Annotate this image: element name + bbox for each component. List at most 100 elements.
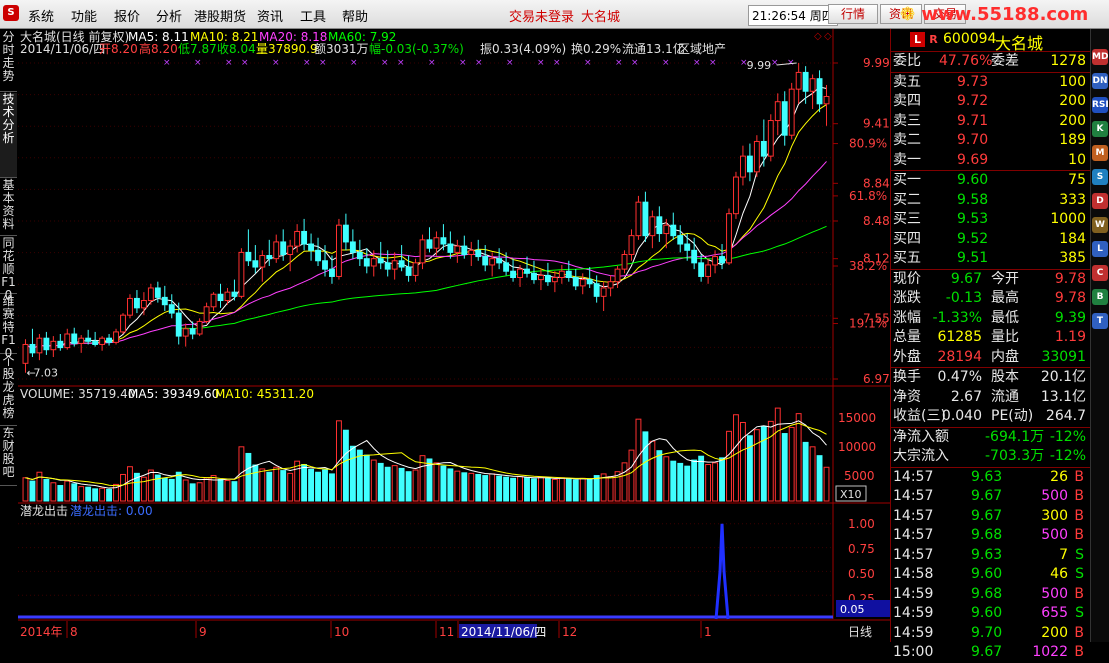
stat-value: -0.13 bbox=[945, 290, 982, 306]
weicha-value: 1278 bbox=[1050, 53, 1086, 69]
stat-label: 外盘 bbox=[893, 348, 921, 365]
signal-mark: × bbox=[303, 58, 311, 68]
bid-volume: 184 bbox=[1059, 230, 1086, 247]
volume-ma5-label: MA5: 39349.60 bbox=[128, 387, 219, 401]
side-button-m[interactable]: M bbox=[1092, 145, 1108, 161]
tick-time: 14:57 bbox=[893, 507, 934, 524]
time-axis-label: 12 bbox=[562, 625, 577, 639]
volume-bar bbox=[795, 413, 802, 502]
volume-bar bbox=[71, 483, 78, 502]
side-button-b[interactable]: B bbox=[1092, 289, 1108, 305]
fin-label: 换手 bbox=[893, 369, 921, 385]
bid-price: 9.58 bbox=[957, 191, 989, 208]
side-button-k[interactable]: K bbox=[1092, 121, 1108, 137]
flow-value: -694.1万 bbox=[985, 428, 1045, 445]
kline-chart[interactable]: 大名城(日线 前复权) MA5: 8.11 MA10: 8.21 MA20: 8… bbox=[18, 29, 890, 642]
volume-bar bbox=[517, 476, 523, 502]
volume-bar bbox=[252, 464, 259, 502]
tab-ths-f10[interactable]: 同花顺F10 bbox=[0, 237, 17, 302]
indicator-name: 潜龙出击 bbox=[20, 504, 68, 518]
bid-price: 9.60 bbox=[957, 172, 989, 188]
signal-mark: × bbox=[615, 58, 623, 68]
volume-bar bbox=[329, 473, 335, 502]
volume-bar bbox=[537, 476, 544, 502]
ask-volume: 10 bbox=[1068, 151, 1086, 168]
candle bbox=[335, 218, 342, 280]
quote-button[interactable]: 行情 bbox=[828, 4, 878, 24]
volume-bar bbox=[259, 468, 266, 502]
side-button-s[interactable]: S bbox=[1092, 169, 1108, 185]
volume-unit: X10 bbox=[840, 488, 862, 501]
stat-value: 28194 bbox=[937, 348, 982, 365]
fin-value: 0.040 bbox=[941, 408, 982, 424]
quote-row: 卖四 9.72 200 bbox=[891, 92, 1109, 112]
tab-technical[interactable]: 技术分析 bbox=[0, 93, 17, 178]
volume-bar bbox=[384, 466, 391, 502]
flow-label: 大宗流入 bbox=[893, 448, 949, 464]
volume-bar bbox=[802, 441, 809, 502]
side-button-c[interactable]: C bbox=[1092, 265, 1108, 281]
tick-time: 14:58 bbox=[893, 566, 934, 582]
info-sector: 区域地产 bbox=[678, 42, 726, 56]
tab-wst-f10[interactable]: 维赛特F10 bbox=[0, 295, 17, 360]
tab-guba[interactable]: 东财股吧 bbox=[0, 427, 17, 486]
volume-bar bbox=[496, 475, 503, 502]
menu-tools[interactable]: 工具 bbox=[300, 6, 326, 25]
price-axis-label: 6.97 bbox=[863, 372, 890, 386]
bid-volume: 333 bbox=[1059, 191, 1086, 208]
app-logo-icon[interactable]: S bbox=[3, 5, 19, 21]
bid-price: 9.52 bbox=[957, 230, 989, 247]
side-button-l[interactable]: L bbox=[1092, 241, 1108, 257]
ask-price: 9.70 bbox=[957, 132, 989, 148]
volume-bar bbox=[175, 471, 182, 502]
stat-value: 33091 bbox=[1041, 348, 1086, 365]
stat-value: 9.67 bbox=[950, 270, 982, 287]
quote-row: 14:58 9.60 46 S bbox=[891, 565, 1109, 585]
side-button-d[interactable]: D bbox=[1092, 193, 1108, 209]
menu-news[interactable]: 资讯 bbox=[257, 6, 283, 25]
menu-quote[interactable]: 报价 bbox=[114, 6, 140, 25]
volume-bar bbox=[565, 478, 572, 502]
bid-volume: 1000 bbox=[1050, 211, 1086, 227]
menu-help[interactable]: 帮助 bbox=[342, 6, 368, 25]
tick-list[interactable]: 14:57 9.63 26 B 14:57 9.67 500 B 14:57 9.67 300 B 14… bbox=[891, 468, 1109, 663]
tick-side: S bbox=[1075, 605, 1084, 621]
signal-mark: × bbox=[693, 58, 701, 68]
tick-volume: 7 bbox=[1059, 546, 1068, 563]
bid-label: 买五 bbox=[893, 250, 921, 266]
period-label[interactable]: 日线 bbox=[848, 625, 872, 639]
menu-analysis[interactable]: 分析 bbox=[156, 6, 182, 25]
volume-bar bbox=[746, 435, 753, 502]
menu-function[interactable]: 功能 bbox=[71, 6, 97, 25]
tab-lhb[interactable]: 个股龙虎榜 bbox=[0, 355, 17, 426]
side-button-rsi[interactable]: RSI bbox=[1092, 97, 1109, 113]
tab-fundamentals[interactable]: 基本资料 bbox=[0, 179, 17, 236]
stat-label: 涨幅 bbox=[893, 309, 921, 326]
side-button-t[interactable]: T bbox=[1092, 313, 1108, 329]
candle bbox=[767, 114, 774, 162]
side-button-dn[interactable]: DN bbox=[1092, 73, 1108, 89]
login-status[interactable]: 交易未登录 bbox=[509, 6, 574, 25]
side-button-w[interactable]: W bbox=[1092, 217, 1108, 233]
flow-label: 净流入额 bbox=[893, 428, 949, 445]
menu-system[interactable]: 系统 bbox=[28, 6, 54, 25]
volume-bar bbox=[767, 420, 774, 502]
indicator-axis-075: 0.75 bbox=[848, 542, 875, 556]
volume-bar bbox=[363, 454, 370, 502]
side-button-md[interactable]: MD bbox=[1092, 49, 1108, 65]
low-price-label: 7.03 bbox=[33, 367, 58, 380]
volume-bar bbox=[823, 466, 830, 502]
tick-volume: 200 bbox=[1041, 624, 1068, 641]
tick-time: 14:59 bbox=[893, 585, 934, 602]
tick-price: 9.68 bbox=[971, 527, 1003, 543]
time-axis-label: 2014年 bbox=[20, 625, 63, 639]
info-high: 高8.20 bbox=[139, 41, 178, 56]
tick-side: S bbox=[1075, 566, 1084, 582]
fin-label: 流通 bbox=[991, 388, 1019, 405]
menu-hk-futures[interactable]: 港股期货 bbox=[194, 6, 246, 25]
indicator-axis-1: 1.00 bbox=[848, 517, 875, 531]
stock-code: 600094 bbox=[943, 31, 997, 47]
tick-volume: 500 bbox=[1041, 488, 1068, 504]
bid-label: 买四 bbox=[893, 230, 921, 247]
tab-intraday[interactable]: 分时走势 bbox=[0, 31, 17, 92]
